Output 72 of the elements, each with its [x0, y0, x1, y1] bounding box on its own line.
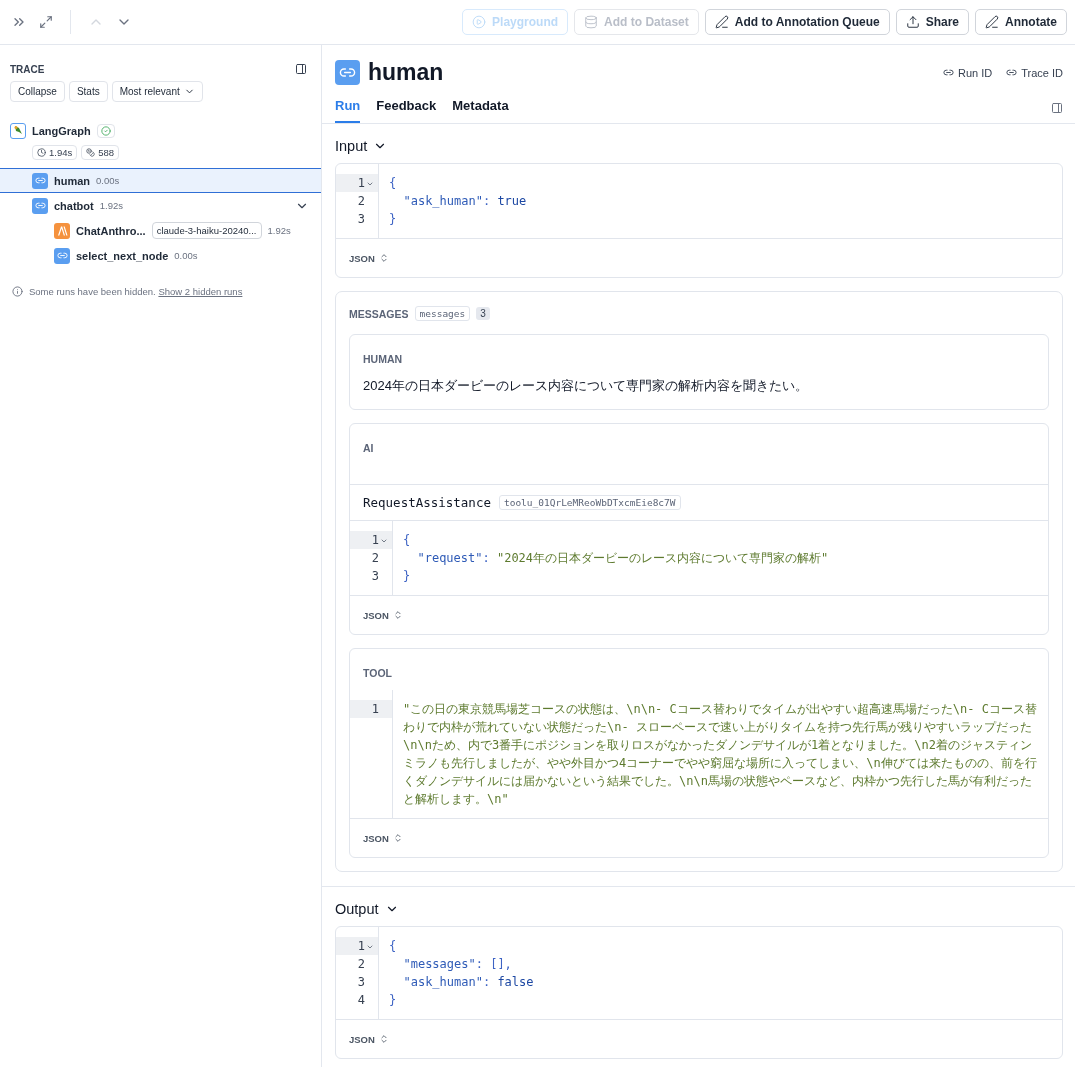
code-line: "request": "2024年の日本ダービーのレース内容について専門家の解析" — [416, 550, 830, 567]
run-title: human — [368, 59, 444, 86]
show-hidden-runs-link[interactable]: Show 2 hidden runs — [158, 286, 243, 297]
code-line: "ask_human": true — [402, 193, 528, 210]
duration: 0.00s — [96, 175, 120, 186]
role-label: HUMAN — [363, 353, 403, 365]
line-number: 1 — [336, 174, 378, 192]
toolbar-button[interactable]: Annotate — [975, 9, 1067, 35]
filter-button[interactable]: Most relevant — [111, 81, 203, 102]
code-line: } — [389, 211, 398, 228]
tree-row[interactable]: select_next_node 0.00s — [0, 243, 321, 268]
filter-button[interactable]: Stats — [68, 81, 108, 102]
tab[interactable]: Feedback — [376, 94, 437, 123]
messages-label: MESSAGES — [349, 307, 409, 320]
code-editor[interactable]: 1 2 3 { "request": "2024年の日本ダービーのレース内容について専門家の解析" } — [350, 521, 1048, 596]
token-count-badge: 588 — [81, 145, 120, 160]
section-toggle[interactable]: Output — [335, 887, 399, 926]
latency-badge: 1.94s — [32, 145, 78, 160]
line-number: 1 — [350, 531, 392, 549]
code-line: { — [389, 175, 398, 192]
message-text: 2024年の日本ダービーのレース内容について専門家の解析内容を聞きたい。 — [362, 377, 809, 395]
copy-id-link[interactable]: Trace ID — [1000, 66, 1063, 79]
line-number: 2 — [370, 550, 380, 567]
line-number: 4 — [356, 992, 366, 1009]
line-number: 3 — [356, 974, 366, 991]
code-line: "この日の東京競馬場芝コースの状態は、\n\n- Cコース替わりでタイムが出やすい超高速馬場だった\n- Cコース替わりで内枠が荒れていない状態だった\n- スローペースで速い上がりタイムを持つ先行馬が残りやすいラップだった\n\nため、内で3番手にポジションを取りロスがなかったダノンデサイルが1着となりました。\n2着のジャスティンミラノも先行しましたが、やや外目かつ4コーナーでやや窮屈な場所に入ってしまい、\n伸びては来たものの、前を行くダノンデサイルには届かないという結果でした。\n\n馬場の状態やペースなど、内枠かつ先行した馬が有利だったと解析します。\n" — [403, 701, 1038, 808]
format-selector[interactable]: JSON — [363, 609, 403, 621]
line-number: 2 — [356, 193, 366, 210]
line-number: 1 — [350, 700, 392, 718]
duration: 1.92s — [267, 225, 291, 236]
format-selector[interactable]: JSON — [349, 252, 389, 264]
line-number: 2 — [356, 956, 366, 973]
role-label: AI — [363, 442, 374, 454]
field-tag: messages — [414, 306, 471, 321]
line-number: 1 — [336, 937, 378, 955]
tab[interactable]: Run — [335, 94, 361, 123]
code-line: } — [403, 568, 412, 585]
line-number: 3 — [370, 568, 380, 585]
tab[interactable]: Metadata — [452, 94, 509, 123]
format-selector[interactable]: JSON — [363, 832, 403, 844]
code-editor[interactable]: 1 2 3 { "ask_human": true } — [336, 164, 1062, 239]
line-number: 3 — [356, 211, 366, 228]
function-name: RequestAssistance — [363, 495, 491, 510]
filter-button[interactable]: Collapse — [10, 81, 65, 102]
code-line: { — [403, 532, 412, 549]
run-name: human — [54, 174, 91, 187]
tree-row[interactable]: ChatAnthro... claude-3-haiku-20240... 1.92s — [0, 218, 321, 243]
copy-id-link[interactable]: Run ID — [937, 66, 993, 79]
format-selector[interactable]: JSON — [349, 1033, 389, 1045]
run-name: LangGraph — [32, 124, 91, 137]
trace-heading: TRACE — [10, 63, 45, 75]
role-label: TOOL — [363, 667, 392, 679]
duration: 0.00s — [174, 250, 198, 261]
code-editor[interactable]: 1 2 3 4 { "messages": [], "ask_human": false } — [336, 927, 1062, 1020]
toolbar-button[interactable]: Share — [895, 9, 969, 35]
tool-call-id: toolu_01QrLeMReoWbDTxcmEie8c7W — [498, 495, 681, 510]
code-line: } — [389, 992, 398, 1009]
tree-row[interactable]: LangGraph — [0, 118, 321, 143]
code-line: "messages": [], — [402, 956, 513, 973]
tree-row[interactable]: human 0.00s — [0, 168, 321, 193]
model-tag: claude-3-haiku-20240... — [151, 222, 262, 239]
code-line: "ask_human": false — [402, 974, 535, 991]
message-count: 3 — [476, 307, 490, 320]
tree-row[interactable]: chatbot 1.92s — [0, 193, 321, 218]
run-name: select_next_node — [76, 249, 169, 262]
code-line: { — [389, 938, 398, 955]
run-name: ChatAnthro... — [76, 224, 146, 237]
hidden-runs-notice: Some runs have been hidden. Show 2 hidden runs — [29, 286, 243, 297]
toolbar-button[interactable]: Add to Annotation Queue — [704, 9, 890, 35]
run-name: chatbot — [54, 199, 94, 212]
section-toggle[interactable]: Input — [335, 124, 1063, 163]
duration: 1.92s — [99, 200, 123, 211]
